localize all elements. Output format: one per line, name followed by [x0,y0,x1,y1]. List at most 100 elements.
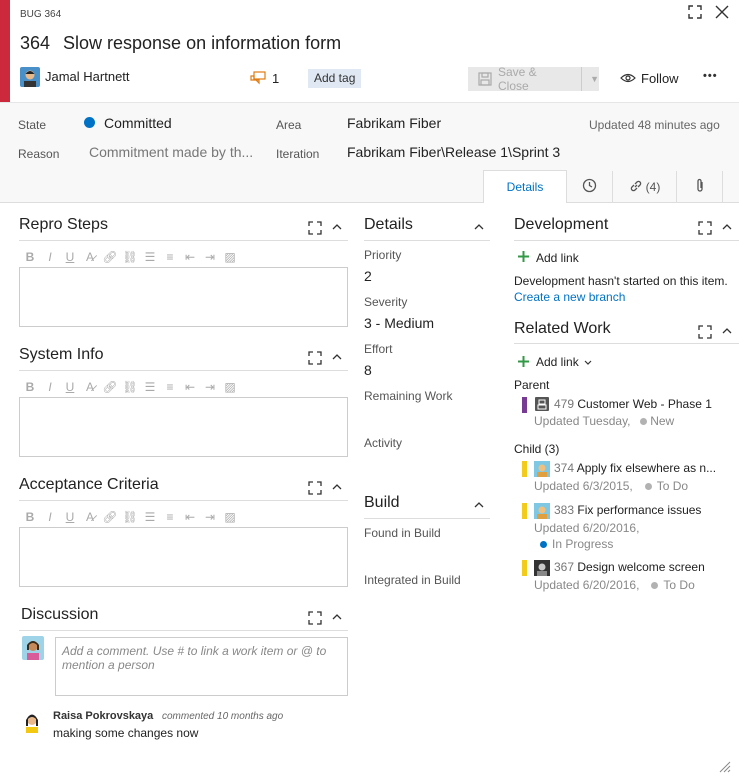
highlight-icon[interactable]: A̷ [82,380,98,394]
tab-attachments[interactable] [677,171,723,203]
bold-icon[interactable]: B [22,250,38,264]
fullscreen-icon[interactable] [688,5,702,19]
child-item[interactable]: 374 Apply fix elsewhere as n... Updated 6… [514,461,736,509]
area-label: Area [276,118,302,132]
italic-icon[interactable]: I [42,250,58,264]
remaining-work-field[interactable] [364,405,484,425]
sysinfo-fullscreen-icon[interactable] [308,351,322,368]
outdent-icon[interactable]: ⇤ [182,250,198,264]
acceptance-fullscreen-icon[interactable] [308,481,322,498]
child-title: Apply fix elsewhere as n... [576,461,717,475]
follow-button[interactable]: Follow [641,71,679,86]
discussion-collapse-icon[interactable] [332,612,342,624]
outdent-icon[interactable]: ⇤ [182,510,198,524]
acceptance-collapse-icon[interactable] [332,482,342,494]
sysinfo-collapse-icon[interactable] [332,352,342,364]
unlink-icon[interactable]: ⛓︎ [122,250,138,264]
priority-value[interactable]: 2 [364,268,372,284]
child-title: Fix performance issues [577,503,702,517]
acceptance-criteria-title: Acceptance Criteria [19,476,159,493]
child-item-link[interactable]: 383 Fix performance issues [554,503,701,517]
link-insert-icon[interactable]: 🔗︎ [102,380,118,394]
build-collapse-icon[interactable] [474,500,484,512]
link-insert-icon[interactable]: 🔗︎ [102,250,118,264]
reason-value[interactable]: Commitment made by th... [89,144,253,160]
tab-details[interactable]: Details [483,170,567,203]
repro-steps-editor[interactable] [19,267,348,327]
add-tag-button[interactable]: Add tag [308,69,362,88]
close-icon[interactable] [715,5,729,19]
indent-icon[interactable]: ⇥ [202,510,218,524]
parent-label: Parent [514,378,550,392]
image-icon[interactable]: ▨ [222,380,238,394]
discussion-fullscreen-icon[interactable] [308,611,322,628]
development-fullscreen-icon[interactable] [698,221,712,238]
details-collapse-icon[interactable] [474,222,484,234]
related-add-link-button[interactable]: Add link [536,355,592,369]
bullet-list-icon[interactable]: ☰ [142,510,158,524]
tab-history[interactable] [567,171,613,203]
child-state-dot [540,541,547,549]
related-collapse-icon[interactable] [722,326,732,338]
child-item[interactable]: 383 Fix performance issues Updated 6/20/2… [514,503,736,551]
outdent-icon[interactable]: ⇤ [182,380,198,394]
parent-item-link[interactable]: 479 Customer Web - Phase 1 [554,397,712,411]
numbered-list-icon[interactable]: ≡ [162,250,178,264]
image-icon[interactable]: ▨ [222,250,238,264]
underline-icon[interactable]: U [62,380,78,394]
resize-grip-icon[interactable] [719,761,731,776]
discussion-icon[interactable] [250,71,266,85]
image-icon[interactable]: ▨ [222,510,238,524]
related-fullscreen-icon[interactable] [698,325,712,342]
save-close-button[interactable]: Save & Close ▼ [468,65,599,93]
italic-icon[interactable]: I [42,510,58,524]
underline-icon[interactable]: U [62,250,78,264]
comment-author[interactable]: Raisa Pokrovskaya [53,710,153,722]
iteration-value[interactable]: Fabrikam Fiber\Release 1\Sprint 3 [347,144,560,160]
child-item-link[interactable]: 367 Design welcome screen [554,560,705,574]
discussion-count: 1 [272,71,280,86]
highlight-icon[interactable]: A̷ [82,510,98,524]
numbered-list-icon[interactable]: ≡ [162,380,178,394]
numbered-list-icon[interactable]: ≡ [162,510,178,524]
found-in-build-field[interactable] [364,542,484,562]
acceptance-criteria-editor[interactable] [19,527,348,587]
state-value[interactable]: Committed [104,115,172,131]
bullet-list-icon[interactable]: ☰ [142,380,158,394]
child-item[interactable]: 367 Design welcome screen Updated 6/20/20… [514,560,736,608]
dev-add-link-button[interactable]: Add link [536,251,579,265]
indent-icon[interactable]: ⇥ [202,380,218,394]
comment-input[interactable]: Add a comment. Use # to link a work item… [55,637,348,696]
unlink-icon[interactable]: ⛓︎ [122,510,138,524]
assignee-name[interactable]: Jamal Hartnett [45,69,130,84]
severity-value[interactable]: 3 - Medium [364,315,434,331]
underline-icon[interactable]: U [62,510,78,524]
history-icon [582,178,597,196]
integrated-in-build-field[interactable] [364,589,484,609]
area-value[interactable]: Fabrikam Fiber [347,115,441,131]
work-item-title[interactable]: Slow response on information form [63,33,341,54]
bold-icon[interactable]: B [22,510,38,524]
bold-icon[interactable]: B [22,380,38,394]
child-id: 383 [554,503,575,517]
indent-icon[interactable]: ⇥ [202,250,218,264]
activity-field[interactable] [364,452,484,472]
repro-fullscreen-icon[interactable] [308,221,322,238]
tab-details-label: Details [506,180,544,194]
more-actions-button[interactable]: ••• [703,70,718,82]
development-collapse-icon[interactable] [722,222,732,234]
link-insert-icon[interactable]: 🔗︎ [102,510,118,524]
system-info-editor[interactable] [19,397,348,457]
unlink-icon[interactable]: ⛓︎ [122,380,138,394]
save-options-chevron-icon[interactable]: ▼ [581,67,599,91]
comment-text: making some changes now [53,726,199,740]
bullet-list-icon[interactable]: ☰ [142,250,158,264]
repro-collapse-icon[interactable] [332,222,342,234]
create-branch-link[interactable]: Create a new branch [514,290,625,304]
effort-value[interactable]: 8 [364,362,372,378]
child-item-link[interactable]: 374 Apply fix elsewhere as n... [554,461,716,475]
tab-links[interactable]: (4) [613,171,677,203]
highlight-icon[interactable]: A̷ [82,250,98,264]
italic-icon[interactable]: I [42,380,58,394]
commenter-avatar [22,709,42,733]
